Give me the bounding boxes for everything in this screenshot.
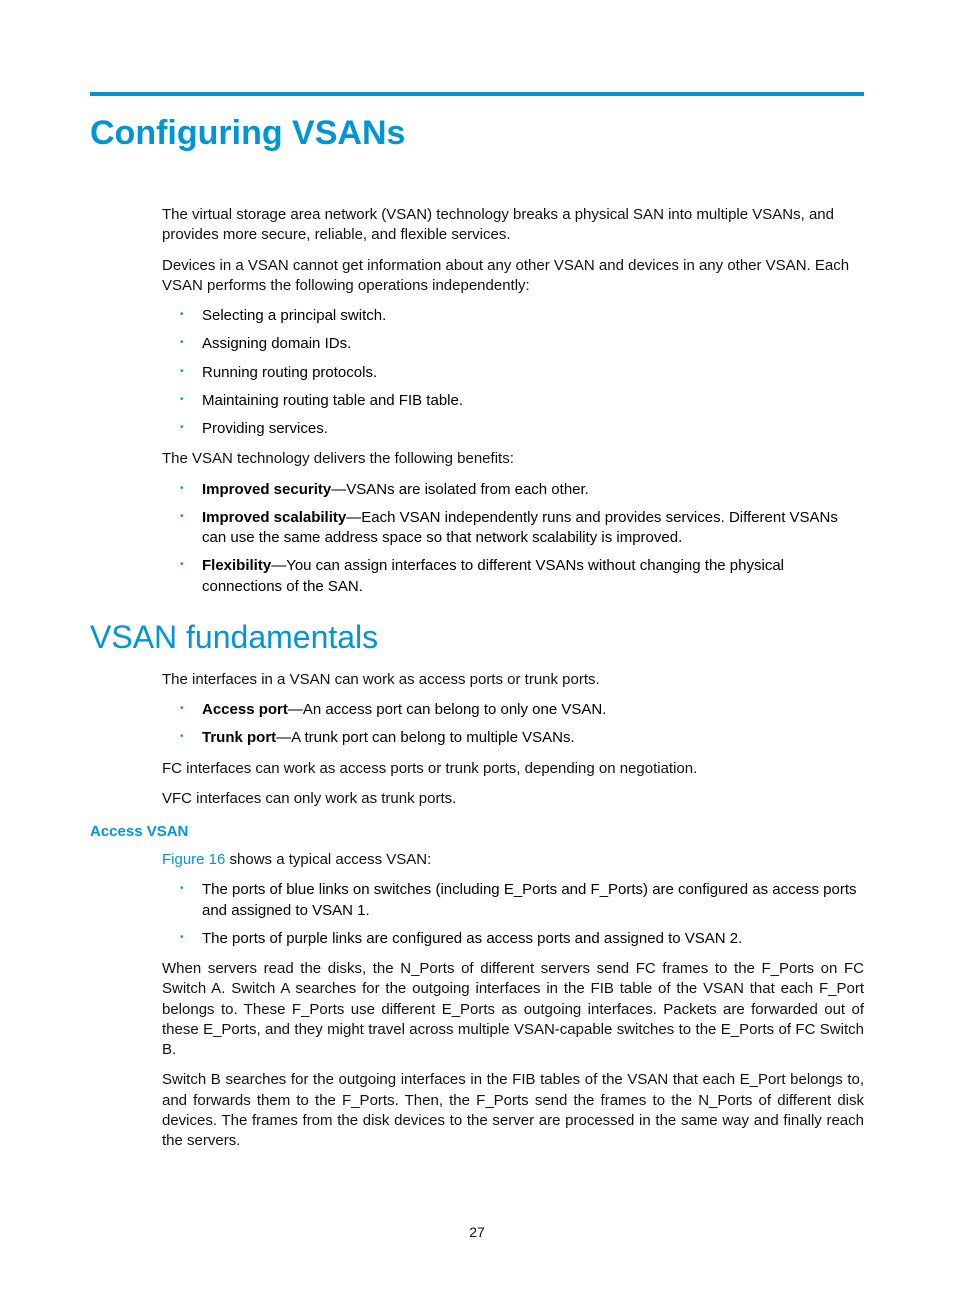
fundamentals-block: The interfaces in a VSAN can work as acc… <box>162 670 864 809</box>
list-item: Providing services. <box>162 419 864 439</box>
top-rule <box>90 92 864 96</box>
page-number: 27 <box>0 1224 954 1240</box>
access-vsan-block: Figure 16 shows a typical access VSAN: T… <box>162 850 864 1151</box>
access-paragraph-2: Switch B searches for the outgoing inter… <box>162 1070 864 1151</box>
benefits-list: Improved security—VSANs are isolated fro… <box>162 480 864 597</box>
port-label: Access port <box>202 701 288 718</box>
operations-list: Selecting a principal switch. Assigning … <box>162 306 864 439</box>
subsection-title: Access VSAN <box>90 823 864 840</box>
list-item: Trunk port—A trunk port can belong to mu… <box>162 728 864 748</box>
port-types-list: Access port—An access port can belong to… <box>162 700 864 749</box>
port-text: —A trunk port can belong to multiple VSA… <box>276 729 574 746</box>
page-container: Configuring VSANs The virtual storage ar… <box>0 0 954 1151</box>
benefits-intro: The VSAN technology delivers the followi… <box>162 449 864 469</box>
intro-paragraph-1: The virtual storage area network (VSAN) … <box>162 205 864 246</box>
section-title: VSAN fundamentals <box>90 619 864 656</box>
access-paragraph-1: When servers read the disks, the N_Ports… <box>162 959 864 1060</box>
page-title: Configuring VSANs <box>90 114 864 153</box>
benefit-label: Improved scalability <box>202 509 346 526</box>
fundamentals-paragraph-2: FC interfaces can work as access ports o… <box>162 759 864 779</box>
list-item: Running routing protocols. <box>162 363 864 383</box>
figure-rest: shows a typical access VSAN: <box>225 851 431 868</box>
fundamentals-paragraph-3: VFC interfaces can only work as trunk po… <box>162 789 864 809</box>
benefit-label: Flexibility <box>202 557 271 574</box>
list-item: Flexibility—You can assign interfaces to… <box>162 556 864 597</box>
port-label: Trunk port <box>202 729 276 746</box>
intro-paragraph-2: Devices in a VSAN cannot get information… <box>162 256 864 297</box>
list-item: The ports of blue links on switches (inc… <box>162 880 864 921</box>
list-item: Maintaining routing table and FIB table. <box>162 391 864 411</box>
list-item: Access port—An access port can belong to… <box>162 700 864 720</box>
list-item: Assigning domain IDs. <box>162 334 864 354</box>
benefit-text: —You can assign interfaces to different … <box>202 557 784 594</box>
fundamentals-paragraph-1: The interfaces in a VSAN can work as acc… <box>162 670 864 690</box>
list-item: Selecting a principal switch. <box>162 306 864 326</box>
benefit-text: —VSANs are isolated from each other. <box>331 481 589 498</box>
benefit-label: Improved security <box>202 481 331 498</box>
figure-reference: Figure 16 shows a typical access VSAN: <box>162 850 864 870</box>
list-item: The ports of purple links are configured… <box>162 929 864 949</box>
port-text: —An access port can belong to only one V… <box>288 701 607 718</box>
intro-block: The virtual storage area network (VSAN) … <box>162 205 864 597</box>
list-item: Improved security—VSANs are isolated fro… <box>162 480 864 500</box>
figure-link[interactable]: Figure 16 <box>162 851 225 868</box>
access-items-list: The ports of blue links on switches (inc… <box>162 880 864 949</box>
list-item: Improved scalability—Each VSAN independe… <box>162 508 864 549</box>
